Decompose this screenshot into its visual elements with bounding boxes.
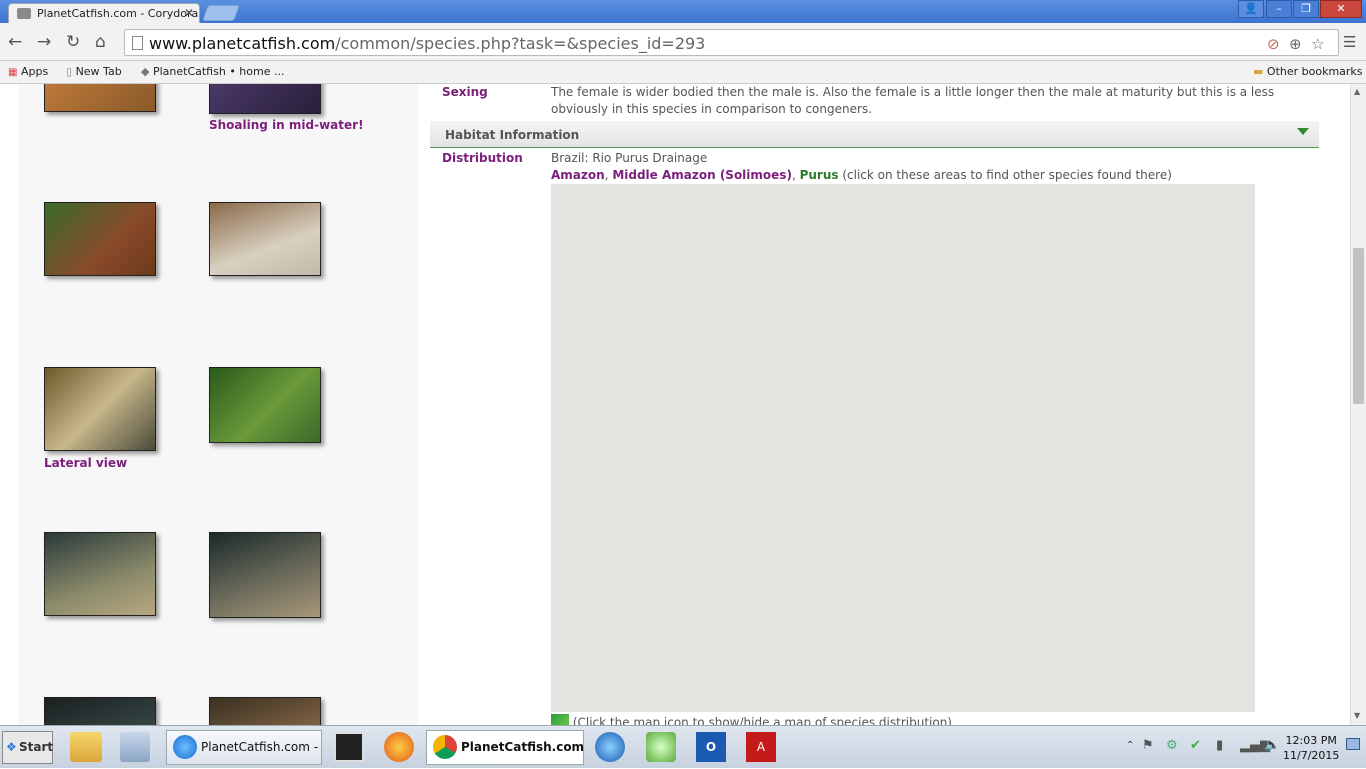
- chrome-icon: [433, 735, 457, 759]
- area-link-purus[interactable]: Purus: [800, 168, 839, 182]
- windows-logo-icon: ❖: [6, 740, 17, 754]
- map-toggle-row: (Click the map icon to show/hide a map o…: [551, 714, 952, 725]
- windows-taskbar: ❖ Start PlanetCatfish.com - P... PlanetC…: [0, 725, 1366, 768]
- distribution-map[interactable]: [551, 184, 1255, 712]
- distribution-label: Distribution: [442, 151, 523, 165]
- bookmark-apps[interactable]: ▦ Apps: [8, 65, 48, 78]
- new-tab-button[interactable]: [202, 5, 240, 21]
- close-window-button[interactable]: ✕: [1320, 0, 1362, 18]
- page-icon: ▯: [66, 65, 73, 78]
- blocked-content-icon[interactable]: ⊘: [1267, 35, 1280, 53]
- fish-photo-thumbnail[interactable]: [44, 84, 156, 112]
- security-icon[interactable]: ✔: [1190, 738, 1201, 753]
- calculator-icon[interactable]: [120, 732, 150, 762]
- zoom-icon[interactable]: ⊕: [1289, 35, 1302, 53]
- start-button[interactable]: ❖ Start: [2, 731, 53, 764]
- habitat-header-title: Habitat Information: [445, 128, 580, 142]
- bookmark-planetcatfish[interactable]: ◆ PlanetCatfish • home ...: [141, 65, 284, 78]
- scroll-up-icon[interactable]: ▲: [1354, 87, 1360, 96]
- area-link-amazon[interactable]: Amazon: [551, 168, 605, 182]
- show-hidden-icons-icon[interactable]: ⌃: [1126, 740, 1134, 751]
- system-clock[interactable]: 12:03 PM 11/7/2015: [1283, 733, 1339, 763]
- profile-icon[interactable]: 👤: [1238, 0, 1264, 18]
- bookmark-other[interactable]: ▬ Other bookmarks: [1253, 65, 1363, 78]
- app-green-icon[interactable]: [646, 732, 676, 762]
- photo-gallery: Shoaling in mid-water! Lateral view: [18, 84, 418, 725]
- address-bar[interactable]: www.planetcatfish.com/common/species.php…: [124, 29, 1339, 56]
- page-viewport: Shoaling in mid-water! Lateral view Sexi…: [0, 84, 1350, 725]
- sexing-text: The female is wider bodied then the male…: [551, 85, 1275, 116]
- fish-photo-thumbnail[interactable]: [209, 367, 321, 443]
- menu-icon[interactable]: ☰: [1343, 32, 1356, 52]
- fish-photo-thumbnail[interactable]: [44, 367, 156, 451]
- bookmarks-bar: ▦ Apps ▯ New Tab ◆ PlanetCatfish • home …: [0, 61, 1366, 84]
- forward-arrow-icon[interactable]: →: [37, 32, 51, 52]
- page-icon: [132, 36, 143, 50]
- restore-button[interactable]: ❐: [1293, 0, 1319, 18]
- volume-icon[interactable]: 🔈: [1264, 738, 1280, 753]
- taskbar-chrome-window[interactable]: PlanetCatfish.com ...: [426, 730, 584, 765]
- distribution-areas: Amazon, Middle Amazon (Solimoes), Purus …: [551, 168, 1172, 182]
- firefox-icon[interactable]: [384, 732, 414, 762]
- photo-caption-lateral[interactable]: Lateral view: [44, 456, 127, 470]
- distribution-text: Brazil: Rio Purus Drainage: [551, 151, 708, 165]
- network-gear-icon[interactable]: ⚙: [1166, 738, 1178, 753]
- battery-icon[interactable]: ▮: [1216, 738, 1223, 753]
- fish-photo-thumbnail[interactable]: [44, 532, 156, 616]
- collapse-triangle-icon[interactable]: [1297, 128, 1309, 135]
- flag-icon[interactable]: ⚑: [1142, 738, 1154, 753]
- apps-grid-icon: ▦: [8, 67, 18, 78]
- area-link-middle-amazon[interactable]: Middle Amazon (Solimoes): [612, 168, 792, 182]
- show-desktop-icon[interactable]: [1346, 738, 1360, 750]
- fish-photo-thumbnail[interactable]: [44, 697, 156, 725]
- photo-caption-shoaling[interactable]: Shoaling in mid-water!: [209, 118, 364, 132]
- folder-icon: ▬: [1253, 65, 1264, 78]
- catfish-favicon-icon: ◆: [141, 65, 150, 78]
- scroll-down-icon[interactable]: ▼: [1354, 711, 1360, 720]
- reload-icon[interactable]: ↻: [66, 32, 80, 52]
- map-note: (Click the map icon to show/hide a map o…: [572, 715, 952, 726]
- map-icon[interactable]: [551, 714, 569, 725]
- sexing-label: Sexing: [442, 85, 488, 99]
- fish-photo-thumbnail[interactable]: [44, 202, 156, 276]
- video-editor-icon[interactable]: [334, 732, 364, 762]
- fish-photo-thumbnail[interactable]: [209, 697, 321, 725]
- file-explorer-icon[interactable]: [70, 732, 102, 762]
- fish-photo-thumbnail[interactable]: [209, 202, 321, 276]
- back-arrow-icon[interactable]: ←: [8, 32, 22, 52]
- browser-titlebar: PlanetCatfish.com - Corydoras ✕ 👤 – ❐ ✕: [0, 0, 1366, 23]
- taskbar-ie-window[interactable]: PlanetCatfish.com - P...: [166, 730, 322, 765]
- acrobat-icon[interactable]: A: [746, 732, 776, 762]
- app-swirl-icon[interactable]: [595, 732, 625, 762]
- catfish-favicon-icon: [17, 8, 31, 19]
- fish-photo-thumbnail[interactable]: [209, 84, 321, 114]
- minimize-button[interactable]: –: [1266, 0, 1292, 18]
- fish-photo-thumbnail[interactable]: [209, 532, 321, 618]
- home-icon[interactable]: ⌂: [95, 32, 106, 52]
- tab-planetcatfish[interactable]: PlanetCatfish.com - Corydoras ✕: [8, 3, 200, 23]
- bookmark-new-tab[interactable]: ▯ New Tab: [66, 65, 122, 78]
- outlook-icon[interactable]: O: [696, 732, 726, 762]
- tab-title: PlanetCatfish.com - Corydoras: [37, 7, 200, 20]
- internet-explorer-icon: [173, 735, 197, 759]
- scrollbar-thumb[interactable]: [1353, 248, 1364, 404]
- tab-close-icon[interactable]: ✕: [184, 6, 194, 20]
- species-info-panel: Sexing The female is wider bodied then t…: [430, 84, 1320, 725]
- habitat-section-header[interactable]: Habitat Information: [430, 121, 1319, 148]
- page-scrollbar[interactable]: ▲ ▼: [1350, 84, 1366, 725]
- url-text: www.planetcatfish.com/common/species.php…: [149, 34, 706, 53]
- areas-note: (click on these areas to find other spec…: [842, 168, 1172, 182]
- bookmark-star-icon[interactable]: ☆: [1311, 35, 1324, 53]
